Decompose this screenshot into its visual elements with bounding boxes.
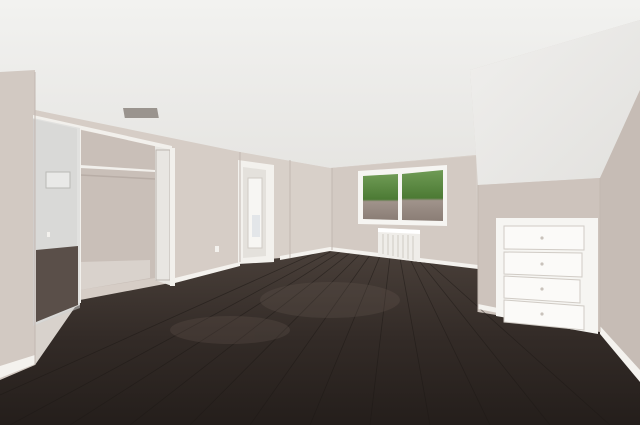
- room-photo: [0, 0, 640, 425]
- room-illustration: [0, 0, 640, 425]
- doorway: [238, 160, 274, 264]
- radiator: [378, 228, 420, 262]
- closet-mirror-door: [33, 118, 80, 326]
- window: [358, 165, 447, 226]
- wall-outlet: [215, 246, 219, 252]
- left-wall: [0, 70, 35, 380]
- ceiling-vent: [123, 108, 159, 118]
- built-in-dresser: [496, 218, 598, 334]
- wall-outlet: [47, 232, 50, 237]
